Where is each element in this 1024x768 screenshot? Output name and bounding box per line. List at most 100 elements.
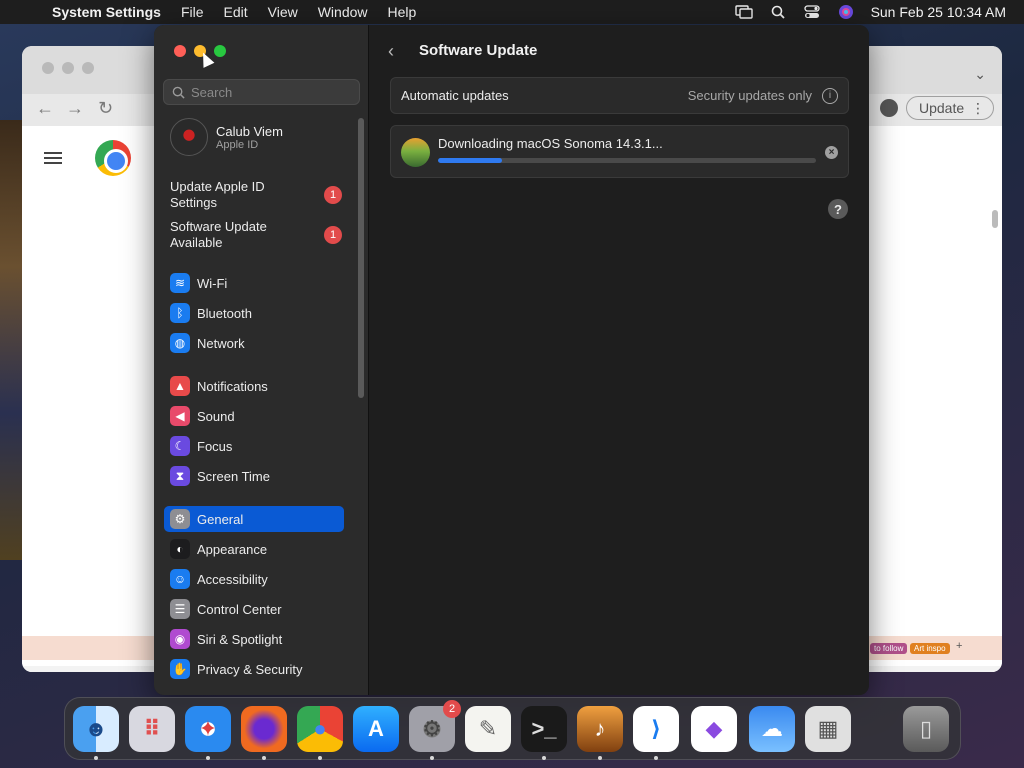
weather-icon[interactable]: ☁ [749,706,795,752]
finder-icon[interactable]: ☻ [73,706,119,752]
sidebar-item-appearance[interactable]: ◐ Appearance [164,536,344,562]
system-settings-window: Calub Viem Apple ID Update Apple ID Sett… [154,25,869,695]
gear-icon: ⚙ [170,509,190,529]
sidebar-item-label: Notifications [197,378,268,394]
dock: ☻ ⠿ ✦ ● A ⚙ 2 ✎ >_ ♪ ⟩ ◆ ☁ ▦ ▯ [64,697,961,760]
hamburger-menu-icon[interactable] [44,152,62,164]
menu-edit[interactable]: Edit [224,4,248,20]
page-tag-add[interactable]: + [952,639,966,653]
search-input[interactable] [191,84,351,100]
apple-id-account[interactable]: Calub Viem Apple ID [170,118,283,156]
notification-badge: 1 [324,186,342,204]
browser-zoom-dot[interactable] [82,62,94,74]
automatic-updates-value: Security updates only [687,88,812,103]
info-icon[interactable]: i [822,87,838,104]
sidebar-item-control-center[interactable]: ☰ Control Center [164,596,344,622]
close-button[interactable] [174,45,186,57]
cancel-download-icon[interactable]: × [825,146,838,159]
background-image-strip [0,120,22,560]
page-tag[interactable]: Art inspo [910,643,950,654]
safari-icon[interactable]: ✦ [185,706,231,752]
launchpad-icon[interactable]: ⠿ [129,706,175,752]
running-indicator [318,756,322,760]
browser-minimize-dot[interactable] [62,62,74,74]
visual-studio-icon[interactable]: ◆ [691,706,737,752]
search-field[interactable] [163,79,360,105]
sidebar-item-screen-time[interactable]: ⧗ Screen Time [164,463,344,489]
reload-icon[interactable]: ↻ [98,98,113,119]
browser-update-button[interactable]: Update ⋮ [906,96,994,120]
globe-icon: ◍ [170,333,190,353]
avatar [170,118,208,156]
sidebar-item-network[interactable]: ◍ Network [164,330,344,356]
menu-file[interactable]: File [181,4,204,20]
browser-update-label: Update [919,100,965,116]
sidebar-item-accessibility[interactable]: ☺ Accessibility [164,566,344,592]
trash-icon[interactable]: ▯ [903,706,949,752]
sidebar-item-label: Focus [197,438,233,454]
control-center-icon[interactable] [803,5,821,19]
search-icon [172,86,185,99]
sidebar-item-label: Appearance [197,541,268,557]
sidebar-item-privacy-security[interactable]: ✋ Privacy & Security [164,656,344,682]
back-arrow-icon[interactable]: ← [36,98,54,119]
wifi-icon: ≋ [170,273,190,293]
tab-list-chevron-icon[interactable]: ⌄ [974,66,986,83]
sidebar-item-focus[interactable]: ☾ Focus [164,433,344,459]
alert-update-apple-id[interactable]: Update Apple ID Settings 1 [170,179,342,211]
system-settings-icon[interactable]: ⚙ 2 [409,700,461,752]
screen-mirroring-icon[interactable] [734,5,753,19]
garageband-icon[interactable]: ♪ [577,706,623,752]
page-scrollbar[interactable] [992,210,998,228]
sidebar-item-label: Accessibility [197,571,268,587]
sidebar-item-label: Network [197,335,245,351]
sidebar-item-wi-fi[interactable]: ≋ Wi-Fi [164,270,344,296]
sidebar-item-label: Privacy & Security [197,661,303,677]
profile-icon[interactable] [880,99,898,117]
browser-close-dot[interactable] [42,62,54,74]
download-progress-bar [438,158,816,163]
menu-view[interactable]: View [268,4,298,20]
zoom-button[interactable] [214,45,226,57]
sidebar-item-label: Screen Time [197,468,270,484]
sidebar-item-general[interactable]: ⚙ General [164,506,344,532]
spotlight-search-icon[interactable] [769,5,787,19]
control-center-icon: ☰ [170,599,190,619]
sidebar-item-siri-spotlight[interactable]: ◉ Siri & Spotlight [164,626,344,652]
sidebar-item-bluetooth[interactable]: ᛒ Bluetooth [164,300,344,326]
siri-icon[interactable] [837,5,855,19]
firefox-icon[interactable] [241,706,287,752]
alert-software-update[interactable]: Software Update Available 1 [170,219,342,251]
vscode-icon[interactable]: ⟩ [633,706,679,752]
app-menu[interactable]: System Settings [52,4,161,20]
menu-window[interactable]: Window [318,4,368,20]
terminal-icon[interactable]: >_ [521,706,567,752]
settings-sidebar: Calub Viem Apple ID Update Apple ID Sett… [154,25,369,695]
sidebar-item-label: General [197,511,244,527]
forward-arrow-icon[interactable]: → [66,98,84,119]
page-title: Software Update [419,42,538,59]
sidebar-item-notifications[interactable]: ▲ Notifications [164,373,344,399]
accessibility-icon: ☺ [170,569,190,589]
automatic-updates-row[interactable]: Automatic updates Security updates only … [390,77,849,114]
app-store-icon[interactable]: A [353,706,399,752]
sidebar-scrollbar[interactable] [358,118,364,398]
automatic-updates-label: Automatic updates [401,88,509,103]
chrome-icon[interactable]: ● [297,706,343,752]
textedit-icon[interactable]: ✎ [465,706,511,752]
hand-icon: ✋ [170,659,190,679]
running-indicator [94,756,98,760]
help-button[interactable]: ? [828,199,848,219]
running-indicator [654,756,658,760]
bell-icon: ▲ [170,376,190,396]
utility-icon[interactable]: ▦ [805,706,851,752]
sidebar-item-sound[interactable]: ◀ Sound [164,403,344,429]
macos-sonoma-icon [401,138,430,167]
clock[interactable]: Sun Feb 25 10:34 AM [871,4,1006,20]
running-indicator [542,756,546,760]
page-tag[interactable]: to follow [870,643,908,654]
back-button[interactable]: ‹ [388,41,394,62]
speaker-icon: ◀ [170,406,190,426]
menu-help[interactable]: Help [388,4,417,20]
hourglass-icon: ⧗ [170,466,190,486]
